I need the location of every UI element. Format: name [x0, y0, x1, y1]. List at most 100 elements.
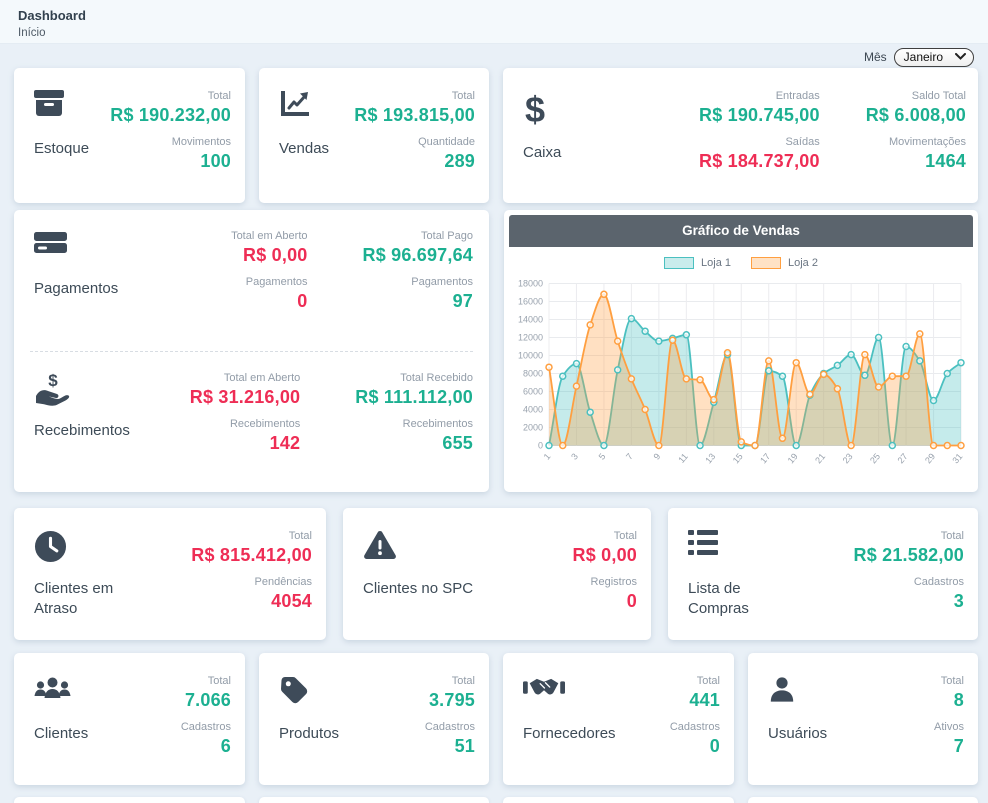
hand-dollar-icon: $: [34, 372, 130, 412]
stat-value: 3.795: [425, 690, 475, 711]
svg-text:6000: 6000: [523, 387, 543, 397]
svg-text:15: 15: [731, 451, 745, 465]
svg-text:0: 0: [538, 441, 543, 451]
credit-card-icon: [34, 230, 118, 270]
stats-row-2: Pagamentos Total em Aberto R$ 0,00 Pagam…: [14, 210, 978, 492]
next-row-peek: [14, 797, 978, 803]
chart-title: Gráfico de Vendas: [509, 215, 973, 247]
stat-value: 7.066: [181, 690, 231, 711]
svg-text:29: 29: [923, 451, 937, 465]
stat-label: Total: [854, 530, 965, 542]
stat-value: R$ 190.745,00: [699, 105, 820, 126]
list-icon: [688, 530, 768, 570]
stat-label: Total: [934, 675, 964, 687]
card-title: Fornecedores: [523, 724, 616, 744]
stat: Total R$ 193.815,00: [354, 90, 475, 126]
card-title: Vendas: [279, 139, 329, 159]
stat-label: Recebimentos: [355, 418, 473, 430]
breadcrumb: Início: [18, 27, 970, 39]
stat: Total Recebido R$ 111.112,00: [355, 372, 473, 408]
card-sales-chart: Gráfico de Vendas Loja 1 Loja 2 02000400…: [504, 210, 978, 492]
svg-text:25: 25: [868, 451, 882, 465]
stat-value: 51: [425, 736, 475, 757]
svg-text:8000: 8000: [523, 369, 543, 379]
stat-value: 0: [670, 736, 720, 757]
svg-text:31: 31: [950, 451, 964, 465]
legend-label: Loja 1: [701, 257, 731, 269]
stat-label: Movimentações: [866, 136, 966, 148]
handshake-icon: [523, 675, 616, 715]
card-caixa: $ Caixa Entradas R$ 190.745,00 Saídas R$…: [503, 68, 978, 203]
stat-label: Recebimentos: [190, 418, 301, 430]
chart-legend: Loja 1 Loja 2: [509, 247, 973, 271]
stat-label: Total em Aberto: [231, 230, 307, 242]
stat-value: R$ 96.697,64: [363, 245, 474, 266]
stat-label: Saldo Total: [866, 90, 966, 102]
page-title: Dashboard: [18, 8, 970, 23]
stat-label: Total: [181, 675, 231, 687]
card-title: Clientes em Atraso: [34, 579, 134, 618]
card-title: Clientes: [34, 724, 88, 744]
stat-value: 1464: [866, 151, 966, 172]
stat-label: Total: [110, 90, 231, 102]
svg-text:$: $: [525, 90, 545, 130]
card-estoque: Estoque Total R$ 190.232,00 Movimentos 1…: [14, 68, 245, 203]
stat-value: R$ 184.737,00: [699, 151, 820, 172]
stats-row-1: Estoque Total R$ 190.232,00 Movimentos 1…: [14, 68, 978, 203]
stat: Recebimentos 655: [355, 418, 473, 454]
svg-text:1: 1: [542, 451, 553, 461]
stat-value: 142: [190, 433, 301, 454]
stat-label: Total: [425, 675, 475, 687]
svg-text:5: 5: [597, 451, 608, 461]
stat: Registros 0: [573, 576, 637, 612]
month-filter-row: Mês Janeiro: [0, 44, 988, 68]
card-pagamentos-recebimentos: Pagamentos Total em Aberto R$ 0,00 Pagam…: [14, 210, 489, 492]
card-title: Estoque: [34, 139, 89, 159]
svg-text:16000: 16000: [518, 297, 543, 307]
stat-label: Total: [573, 530, 637, 542]
svg-text:27: 27: [896, 451, 910, 465]
stat-label: Entradas: [699, 90, 820, 102]
stat: Total R$ 815.412,00: [191, 530, 312, 566]
chart-line-icon: [279, 90, 329, 130]
stat: Recebimentos 142: [190, 418, 301, 454]
card-clientes-spc: Clientes no SPC Total R$ 0,00 Registros …: [343, 508, 651, 640]
svg-text:12000: 12000: [518, 333, 543, 343]
card-peek: [259, 797, 489, 803]
recebimentos-section: $ Recebimentos Total em Aberto R$ 31.216…: [14, 352, 489, 493]
stat-label: Total: [354, 90, 475, 102]
stat: Total R$ 21.582,00: [854, 530, 965, 566]
stat-value: 6: [181, 736, 231, 757]
stat-value: R$ 0,00: [231, 245, 307, 266]
stat-label: Total Pago: [363, 230, 474, 242]
month-select[interactable]: Janeiro: [894, 48, 974, 67]
card-peek: [14, 797, 245, 803]
warning-icon: [363, 530, 473, 570]
stat-label: Total: [191, 530, 312, 542]
svg-text:13: 13: [703, 451, 717, 465]
stat-value: R$ 815.412,00: [191, 545, 312, 566]
stat: Entradas R$ 190.745,00: [699, 90, 820, 126]
svg-text:23: 23: [841, 451, 855, 465]
stat-value: R$ 31.216,00: [190, 387, 301, 408]
stat: Total em Aberto R$ 31.216,00: [190, 372, 301, 408]
stat-value: 289: [354, 151, 475, 172]
svg-text:21: 21: [813, 451, 827, 465]
stat-label: Cadastros: [854, 576, 965, 588]
stat: Total R$ 190.232,00: [110, 90, 231, 126]
stat-label: Total Recebido: [355, 372, 473, 384]
stats-row-3: Clientes em Atraso Total R$ 815.412,00 P…: [14, 508, 978, 640]
stat: Cadastros 3: [854, 576, 965, 612]
svg-text:17: 17: [758, 451, 772, 465]
legend-item-loja1[interactable]: Loja 1: [664, 257, 731, 269]
legend-item-loja2[interactable]: Loja 2: [751, 257, 818, 269]
stat-value: 3: [854, 591, 965, 612]
stat: Movimentos 100: [110, 136, 231, 172]
month-select-value: Janeiro: [904, 50, 943, 64]
stat-label: Pendências: [191, 576, 312, 588]
stat: Total em Aberto R$ 0,00: [231, 230, 307, 266]
month-label: Mês: [864, 50, 887, 64]
svg-text:9: 9: [652, 451, 663, 461]
legend-swatch-loja2: [751, 257, 781, 269]
svg-text:14000: 14000: [518, 315, 543, 325]
